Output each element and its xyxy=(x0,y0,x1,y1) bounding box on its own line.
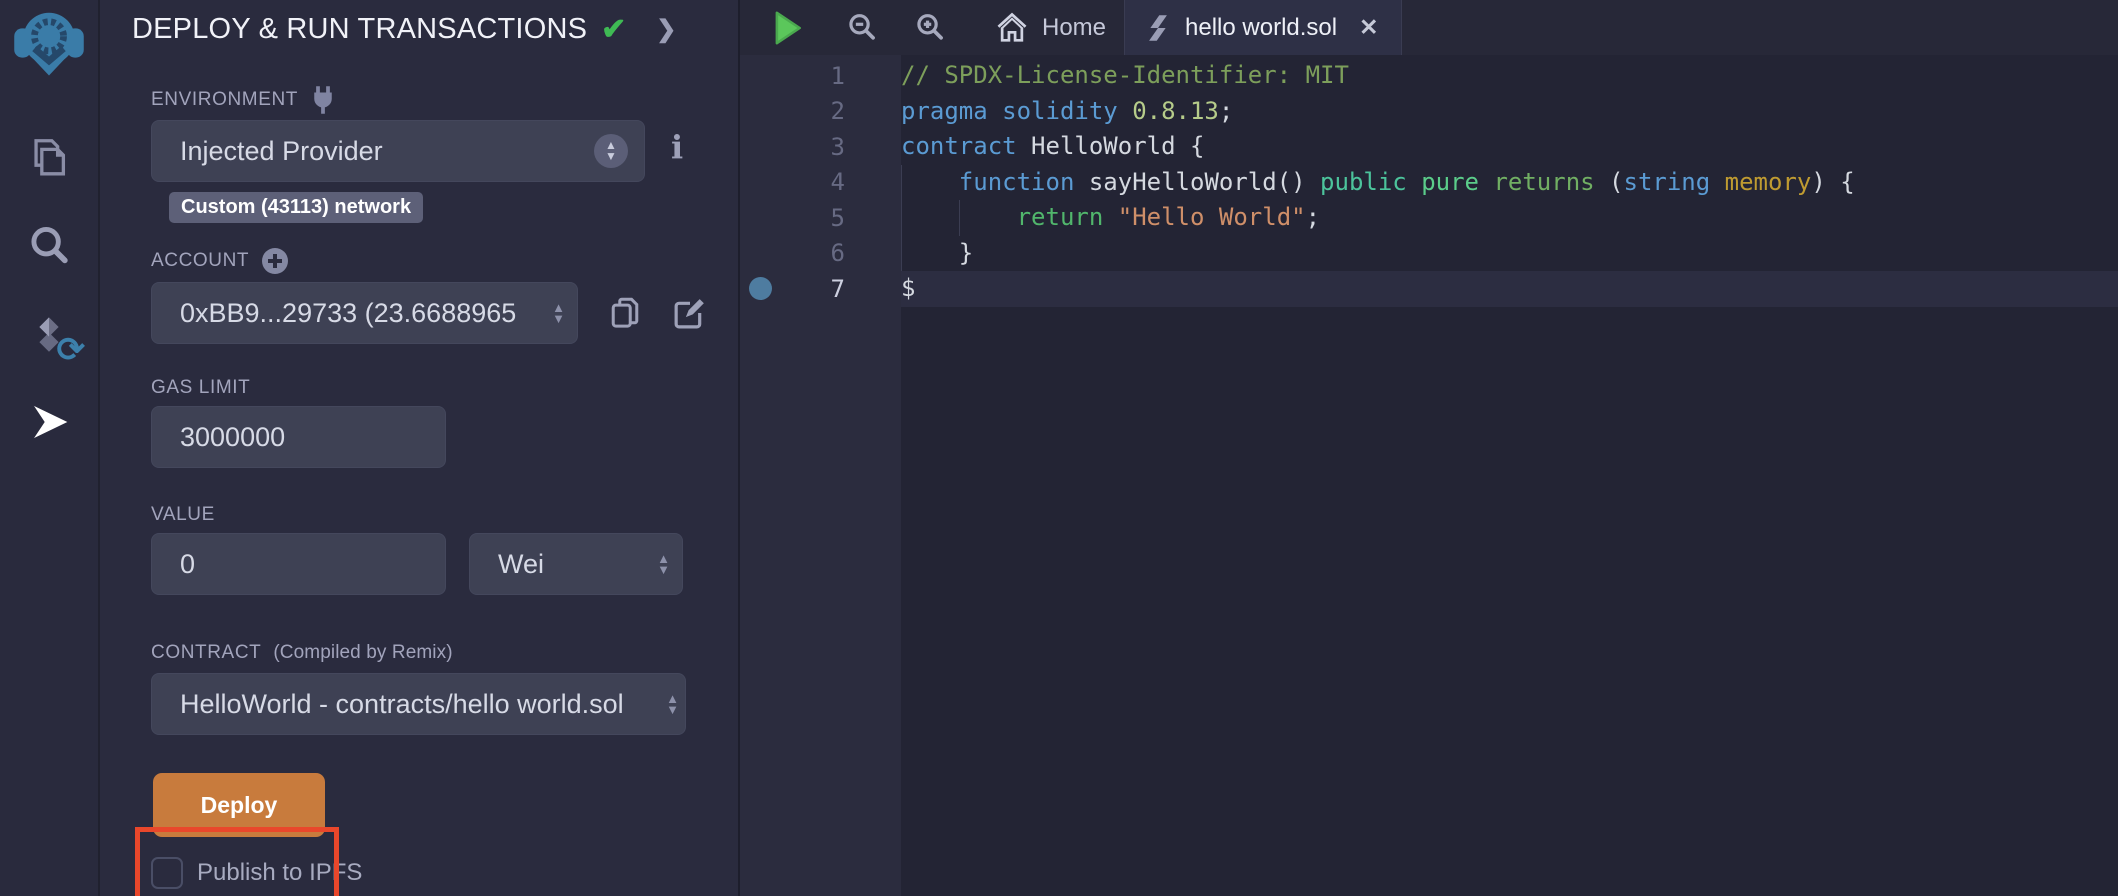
solidity-file-icon xyxy=(1147,14,1169,42)
editor-tabbar: Home hello world.sol ✕ xyxy=(740,0,2118,55)
value-unit-select[interactable]: Wei ▲▼ xyxy=(469,533,683,595)
zoom-in-icon[interactable] xyxy=(914,12,946,44)
publish-to-ipfs-label: Publish to IPFS xyxy=(197,859,362,887)
gutter-line-2[interactable]: 2 xyxy=(740,94,901,130)
value-input[interactable]: 0 xyxy=(151,533,446,595)
line-number: 3 xyxy=(780,133,845,161)
account-select[interactable]: 0xBB9...29733 (23.6688965 ▲▼ xyxy=(151,282,578,344)
gutter-line-1[interactable]: 1 xyxy=(740,58,901,94)
add-account-icon[interactable] xyxy=(261,247,289,275)
remix-logo-icon[interactable] xyxy=(13,6,85,80)
home-icon xyxy=(996,12,1028,44)
tab-home-label: Home xyxy=(1042,14,1106,42)
environment-select[interactable]: Injected Provider ▲▼ xyxy=(151,120,645,182)
contract-sublabel: (Compiled by Remix) xyxy=(273,642,452,664)
deploy-and-run-icon[interactable] xyxy=(17,398,81,446)
compiler-loading-icon: ⟳ xyxy=(57,330,86,370)
gutter-line-6[interactable]: 6 xyxy=(740,236,901,272)
code-line-6[interactable]: } xyxy=(901,236,2118,272)
search-icon[interactable] xyxy=(17,222,81,270)
publish-to-ipfs-checkbox[interactable] xyxy=(151,857,183,889)
network-badge: Custom (43113) network xyxy=(169,192,423,223)
line-number: 7 xyxy=(780,275,845,303)
copy-account-icon[interactable] xyxy=(608,296,642,330)
account-label: ACCOUNT xyxy=(151,249,738,273)
value-unit-arrows-icon: ▲▼ xyxy=(657,553,670,575)
line-number: 2 xyxy=(780,97,845,125)
indent-guide xyxy=(901,200,902,236)
tab-home[interactable]: Home xyxy=(986,0,1116,55)
code-line-7[interactable]: $ xyxy=(901,271,2118,307)
gutter-line-4[interactable]: 4 xyxy=(740,165,901,201)
contract-select[interactable]: HelloWorld - contracts/hello world.sol ▲… xyxy=(151,673,686,735)
plug-icon xyxy=(310,85,336,115)
breakpoint-dot-icon[interactable] xyxy=(749,277,772,300)
edit-account-icon[interactable] xyxy=(672,295,708,331)
remix-ide-window: ⟳ DEPLOY & RUN TRANSACTIONS ✔ ❯ ENVIRONM… xyxy=(0,0,2118,896)
close-tab-icon[interactable]: ✕ xyxy=(1359,14,1378,41)
indent-guide xyxy=(901,165,902,201)
gas-limit-input[interactable]: 3000000 xyxy=(151,406,446,468)
file-explorer-icon[interactable] xyxy=(17,134,81,182)
environment-select-arrows-icon: ▲▼ xyxy=(594,134,628,168)
activity-bar: ⟳ xyxy=(0,0,100,896)
code-line-2[interactable]: pragma solidity 0.8.13; xyxy=(901,94,2118,130)
editor-gutter: 1 2 3 4 5 6 7 xyxy=(740,55,901,896)
line-number: 6 xyxy=(780,239,845,267)
account-select-arrows-icon: ▲▼ xyxy=(552,302,565,324)
code-editor: 1 2 3 4 5 6 7 // SPDX-License-Identifier: MITp… xyxy=(740,55,2118,896)
tab-hello-world-sol[interactable]: hello world.sol ✕ xyxy=(1124,0,1402,55)
deploy-button[interactable]: Deploy xyxy=(153,773,325,837)
line-number: 4 xyxy=(780,168,845,196)
collapse-panel-chevron-icon[interactable]: ❯ xyxy=(656,15,676,44)
gutter-line-5[interactable]: 5 xyxy=(740,200,901,236)
contract-label: CONTRACT (Compiled by Remix) xyxy=(151,641,738,665)
line-number: 5 xyxy=(780,204,845,232)
zoom-out-icon[interactable] xyxy=(846,12,878,44)
panel-title: DEPLOY & RUN TRANSACTIONS xyxy=(132,13,587,46)
editor-area: Home hello world.sol ✕ 1 2 3 4 5 6 7 // SPDX-L… xyxy=(740,0,2118,896)
compiled-check-icon: ✔ xyxy=(601,12,626,47)
panel-body: ENVIRONMENT Injected Provider ▲▼ i Custo… xyxy=(100,88,738,889)
environment-info-icon[interactable]: i xyxy=(671,128,683,166)
code-line-4[interactable]: function sayHelloWorld() public pure ret… xyxy=(901,165,2118,201)
run-script-play-icon[interactable] xyxy=(770,9,804,47)
deploy-run-panel: DEPLOY & RUN TRANSACTIONS ✔ ❯ ENVIRONMEN… xyxy=(100,0,740,896)
code-line-3[interactable]: contract HelloWorld { xyxy=(901,129,2118,165)
value-label: VALUE xyxy=(151,503,738,527)
tab-label: hello world.sol xyxy=(1185,14,1337,42)
code-line-5[interactable]: return "Hello World"; xyxy=(901,200,2118,236)
environment-label: ENVIRONMENT xyxy=(151,88,738,112)
code-line-1[interactable]: // SPDX-License-Identifier: MIT xyxy=(901,58,2118,94)
indent-guide xyxy=(901,236,902,272)
indent-guide xyxy=(959,200,960,236)
contract-select-arrows-icon: ▲▼ xyxy=(666,693,679,715)
solidity-compiler-icon[interactable]: ⟳ xyxy=(17,314,81,362)
gutter-line-7[interactable]: 7 xyxy=(740,271,901,307)
gas-limit-label: GAS LIMIT xyxy=(151,376,738,400)
gutter-line-3[interactable]: 3 xyxy=(740,129,901,165)
editor-code[interactable]: // SPDX-License-Identifier: MITpragma so… xyxy=(901,55,2118,896)
panel-header: DEPLOY & RUN TRANSACTIONS ✔ ❯ xyxy=(100,0,738,46)
line-number: 1 xyxy=(780,62,845,90)
